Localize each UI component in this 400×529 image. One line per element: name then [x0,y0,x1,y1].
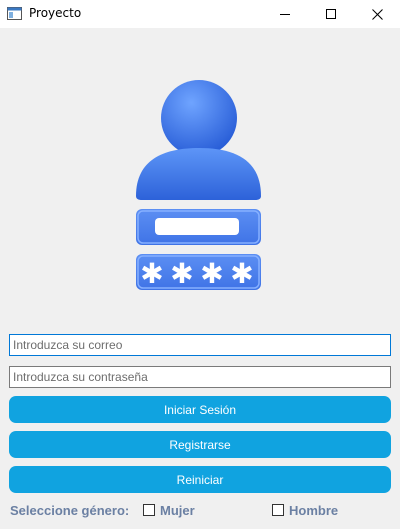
register-button[interactable]: Registrarse [9,431,391,458]
maximize-icon [326,9,336,19]
avatar-head [161,80,237,156]
svg-text:✱: ✱ [230,257,253,290]
male-checkbox[interactable] [272,504,284,516]
minimize-icon [280,14,290,15]
avatar-body [136,148,261,200]
close-button[interactable] [354,0,400,28]
reset-button[interactable]: Reiniciar [9,466,391,493]
user-login-illustration: ✱ ✱ ✱ ✱ [136,80,261,290]
svg-text:✱: ✱ [170,257,193,290]
maximize-button[interactable] [308,0,354,28]
female-checkbox[interactable] [143,504,155,516]
username-field-icon [136,209,261,245]
password-field-icon: ✱ ✱ ✱ ✱ [136,254,261,290]
email-input[interactable] [9,334,391,356]
gender-label: Seleccione género: [10,503,130,518]
password-input[interactable] [9,366,391,388]
minimize-button[interactable] [262,0,308,28]
svg-text:✱: ✱ [140,257,163,290]
svg-text:✱: ✱ [200,257,223,290]
female-label[interactable]: Mujer [160,503,195,518]
close-icon [371,8,383,20]
title-bar: Proyecto [0,0,400,28]
login-button[interactable]: Iniciar Sesión [9,396,391,423]
window-icon [7,7,22,20]
window-title: Proyecto [29,6,82,20]
male-label[interactable]: Hombre [289,503,338,518]
